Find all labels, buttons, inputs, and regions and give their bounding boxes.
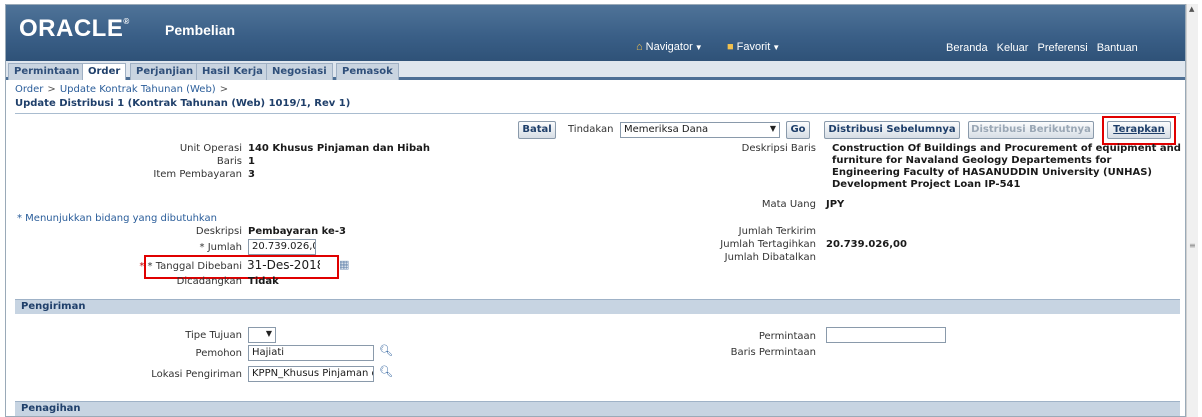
jumlah-input[interactable]: 20.739.026,0 [248, 239, 316, 255]
favorit-menu[interactable]: ■ Favorit ▼ [727, 41, 780, 53]
highlight-terapkan [1102, 116, 1176, 145]
home-icon: ⌂ [636, 41, 643, 53]
lokasi-pengiriman-label: Lokasi Pengiriman [151, 369, 242, 380]
scroll-grip-icon: ≡ [1189, 241, 1196, 250]
distribusi-sebelumnya-button[interactable]: Distribusi Sebelumnya [824, 121, 960, 139]
tab-bar: Permintaan Order Perjanjian Hasil Kerja … [6, 61, 1185, 80]
oracle-logo: ORACLE® [19, 15, 130, 42]
tab-permintaan[interactable]: Permintaan [8, 63, 86, 80]
tindakan-select[interactable]: Memeriksa Dana ▼ [620, 122, 780, 138]
deskripsi-label: Deskripsi [195, 226, 242, 237]
tindakan-label: Tindakan [568, 124, 614, 135]
deskripsi-value: Pembayaran ke-3 [248, 226, 346, 237]
link-bantuan[interactable]: Bantuan [1097, 42, 1138, 54]
link-keluar[interactable]: Keluar [997, 42, 1029, 54]
app-title: Pembelian [165, 22, 236, 38]
section-penagihan: Penagihan [15, 401, 1180, 416]
batal-button[interactable]: Batal [518, 121, 556, 139]
search-icon[interactable]: 🔍︎ [379, 344, 393, 357]
breadcrumb-order[interactable]: Order [15, 84, 43, 95]
jumlah-label: * Jumlah [199, 242, 242, 253]
breadcrumb-update-kontrak[interactable]: Update Kontrak Tahunan (Web) [60, 84, 216, 95]
jumlah-tertagihkan-value: 20.739.026,00 [826, 239, 907, 250]
tab-negosiasi[interactable]: Negosiasi [266, 63, 333, 80]
global-links: Beranda Keluar Preferensi Bantuan [946, 42, 1144, 54]
dropdown-arrow-icon: ▼ [769, 124, 776, 133]
tanggal-input[interactable]: 31-Des-2018 [244, 257, 320, 276]
app-header: ORACLE® Pembelian ⌂ Navigator ▼ ■ Favorit ▼ … [6, 5, 1185, 61]
tindakan-value: Memeriksa Dana [624, 124, 709, 135]
required-hint: * Menunjukkan bidang yang dibutuhkan [17, 213, 218, 224]
dropdown-arrow-icon: ▼ [265, 329, 272, 338]
item-pembayaran-label: Item Pembayaran [153, 169, 242, 180]
tab-hasil-kerja[interactable]: Hasil Kerja [196, 63, 269, 80]
mata-uang-value: JPY [826, 199, 845, 210]
jumlah-terkirim-label: Jumlah Terkirim [738, 226, 816, 237]
link-preferensi[interactable]: Preferensi [1038, 42, 1088, 54]
section-pengiriman: Pengiriman [15, 299, 1180, 314]
go-button[interactable]: Go [786, 121, 810, 139]
permintaan-input[interactable] [826, 327, 946, 343]
jumlah-tertagihkan-label: Jumlah Tertagihkan [720, 239, 816, 250]
search-icon[interactable]: 🔍︎ [379, 365, 393, 378]
tipe-tujuan-select[interactable]: ▼ [248, 327, 276, 343]
pemohon-label: Pemohon [195, 348, 242, 359]
pemohon-input[interactable]: Hajiati [248, 345, 374, 361]
favorit-label: Favorit [736, 41, 771, 53]
tipe-tujuan-label: Tipe Tujuan [185, 330, 242, 341]
caret-down-icon: ▼ [694, 43, 703, 52]
title-divider [15, 113, 1180, 114]
application-window: ORACLE® Pembelian ⌂ Navigator ▼ ■ Favorit ▼ … [5, 4, 1186, 417]
item-pembayaran-value: 3 [248, 169, 255, 180]
baris-label: Baris [216, 156, 242, 167]
dicadangkan-value: Tidak [248, 276, 279, 287]
vertical-scrollbar[interactable]: ▲ ≡ [1186, 4, 1198, 417]
distribusi-berikutnya-button: Distribusi Berikutnya [968, 121, 1094, 139]
unit-operasi-label: Unit Operasi [179, 143, 242, 154]
mata-uang-label: Mata Uang [761, 199, 816, 210]
baris-permintaan-label: Baris Permintaan [730, 347, 816, 358]
tab-pemasok[interactable]: Pemasok [336, 63, 399, 80]
calendar-icon[interactable]: ▦ [339, 258, 349, 271]
navigator-menu[interactable]: ⌂ Navigator ▼ [636, 41, 703, 53]
jumlah-dibatalkan-label: Jumlah Dibatalkan [724, 252, 816, 263]
page-title: Update Distribusi 1 (Kontrak Tahunan (We… [15, 98, 351, 109]
unit-operasi-value: 140 Khusus Pinjaman dan Hibah [248, 143, 430, 154]
deskripsi-baris-label: Deskripsi Baris [741, 143, 816, 154]
favorites-folder-icon: ■ [727, 41, 734, 53]
navigator-label: Navigator [645, 41, 693, 53]
deskripsi-baris-value: Construction Of Buildings and Procuremen… [832, 143, 1181, 190]
breadcrumb: Order > Update Kontrak Tahunan (Web) > [15, 84, 229, 95]
scroll-up-icon[interactable]: ▲ [1189, 5, 1194, 13]
tanggal-label: * * Tanggal Dibebani [139, 261, 242, 272]
tanggal-label-text: * Tanggal Dibebani [147, 261, 242, 272]
lokasi-pengiriman-input[interactable]: KPPN_Khusus Pinjaman d [248, 366, 374, 382]
baris-value: 1 [248, 156, 255, 167]
caret-down-icon: ▼ [772, 43, 781, 52]
logo-text: ORACLE [19, 15, 124, 42]
link-beranda[interactable]: Beranda [946, 42, 988, 54]
tab-order[interactable]: Order [82, 63, 127, 80]
permintaan-label: Permintaan [758, 331, 816, 342]
tab-perjanjian[interactable]: Perjanjian [130, 63, 200, 80]
dicadangkan-label: Dicadangkan [176, 276, 242, 287]
